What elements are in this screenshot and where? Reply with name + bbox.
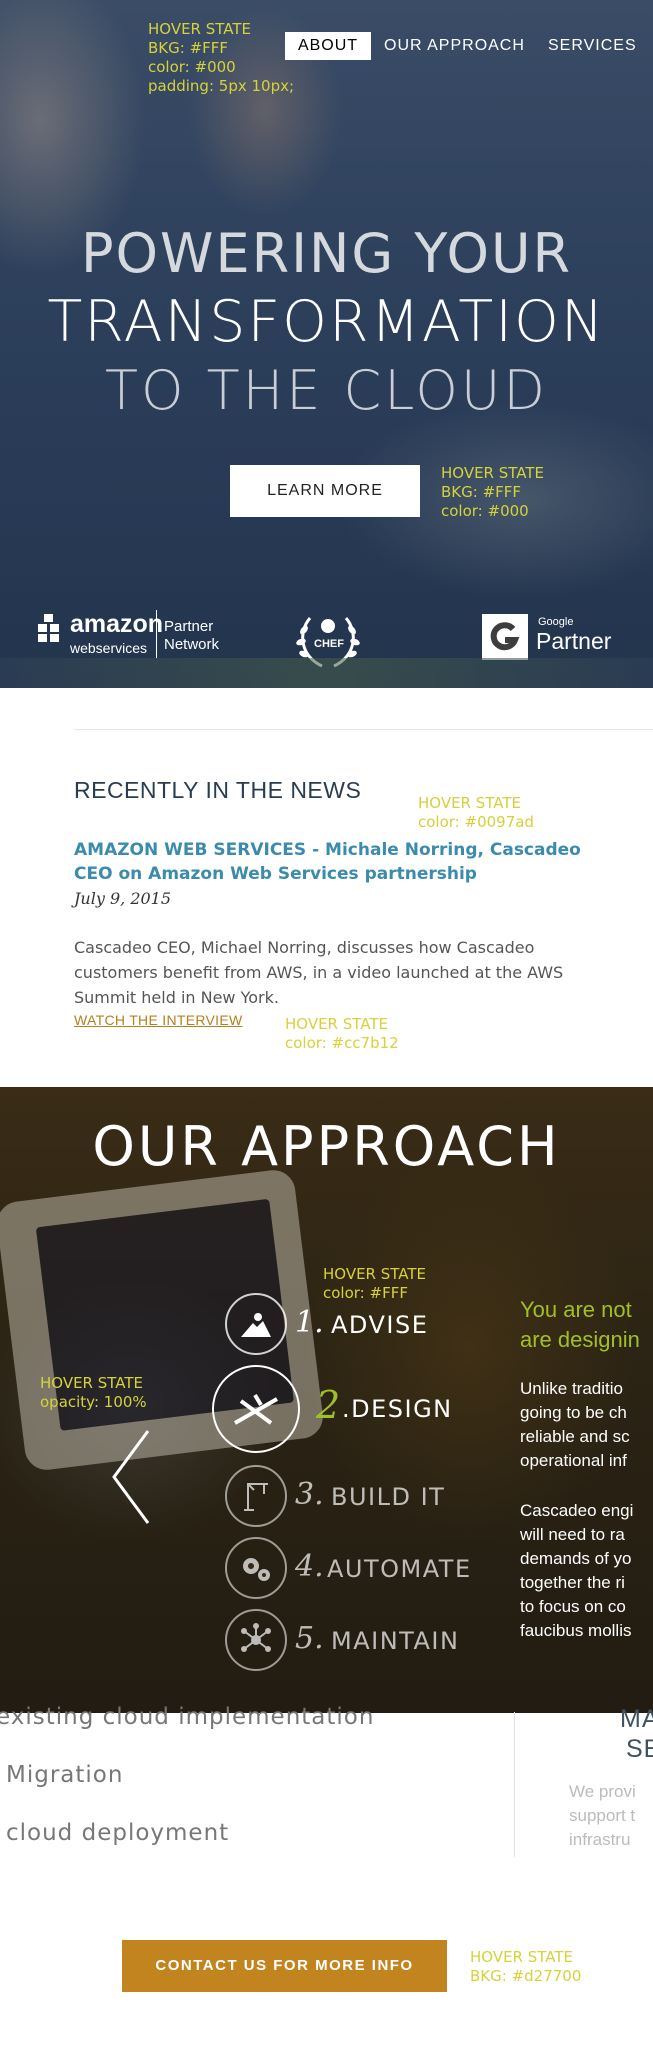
service-item-deployment: cloud deployment	[6, 1820, 230, 1846]
step-number: 2	[316, 1383, 341, 1427]
service-item-existing: existing cloud implementation	[0, 1704, 375, 1730]
services-right-title-2: SE	[626, 1735, 653, 1763]
advise-icon	[225, 1293, 287, 1355]
aws-wordmark: amazon	[70, 610, 164, 638]
contact-us-button[interactable]: CONTACT US FOR MORE INFO	[122, 1940, 447, 1992]
arrow-hover-note: HOVER STATE opacity: 100%	[40, 1374, 147, 1411]
google-small-text: Google	[538, 616, 574, 628]
side-panel-paragraph-1: Unlike traditio going to be ch reliable …	[520, 1379, 630, 1470]
aws-partner-network-text: Partner Network	[164, 618, 220, 653]
news-top-divider	[74, 729, 653, 730]
google-partner-logo: Google Partner	[482, 612, 622, 662]
google-partner-text: Partner	[536, 628, 612, 654]
step-maintain[interactable]: 5. MAINTAIN	[225, 1609, 485, 1671]
approach-section: OUR APPROACH HOVER STATE color: #FFF HOV…	[0, 1087, 653, 1713]
nav-our-approach[interactable]: OUR APPROACH	[384, 32, 525, 60]
step-automate[interactable]: 4. AUTOMATE	[225, 1537, 485, 1599]
crane-icon	[225, 1465, 287, 1527]
chef-badge-text: CHEF	[314, 638, 344, 650]
step-label: MAINTAIN	[331, 1627, 460, 1655]
news-article-title[interactable]: AMAZON WEB SERVICES - Michale Norring, C…	[74, 838, 614, 886]
news-article-body: Cascadeo CEO, Michael Norring, discusses…	[74, 938, 564, 1007]
approach-title: OUR APPROACH	[92, 1115, 561, 1178]
step-label: ADVISE	[331, 1311, 429, 1339]
watch-interview-link[interactable]: WATCH THE INTERVIEW	[74, 1012, 243, 1028]
hero-section: HOVER STATE BKG: #FFF color: #000 paddin…	[0, 0, 653, 688]
learn-more-button[interactable]: LEARN MORE	[230, 465, 420, 517]
aws-cubes-icon	[38, 614, 59, 642]
nav-hover-note: HOVER STATE BKG: #FFF color: #000 paddin…	[148, 20, 295, 95]
step-number: 4.	[295, 1549, 324, 1584]
step-label: BUILD IT	[331, 1483, 446, 1511]
contact-hover-note: HOVER STATE BKG: #d27700	[470, 1948, 582, 1985]
service-item-migration: Migration	[6, 1762, 124, 1788]
services-right-title-1: MA	[620, 1705, 653, 1733]
watch-link-hover-note: HOVER STATE color: #cc7b12	[285, 1015, 399, 1052]
step-advise[interactable]: 1. ADVISE	[225, 1293, 485, 1355]
nav-services[interactable]: SERVICES	[548, 32, 637, 60]
hero-headline-line2: TRANSFORMATION	[47, 289, 606, 355]
step-number: 5.	[295, 1621, 324, 1656]
news-article-date: July 9, 2015	[74, 889, 172, 908]
learn-more-hover-note: HOVER STATE BKG: #FFF color: #000	[441, 464, 545, 520]
services-right-body: We provi support t infrastru	[569, 1782, 636, 1849]
hero-headline-line1: POWERING YOUR	[80, 222, 572, 285]
side-panel-heading: You are not are designin	[520, 1297, 640, 1352]
aws-partner-logo: amazon webservices Partner Network	[36, 610, 226, 666]
side-panel-paragraph-2: Cascadeo engi will need to ra demands of…	[520, 1501, 634, 1640]
gears-icon	[225, 1537, 287, 1599]
previous-arrow-icon[interactable]	[108, 1427, 152, 1527]
aws-sub-wordmark: webservices	[70, 640, 148, 656]
step-number: 3.	[295, 1477, 324, 1512]
step-build-it[interactable]: 3. BUILD IT	[225, 1465, 485, 1527]
news-heading: RECENTLY IN THE NEWS	[74, 777, 362, 803]
hero-headline-line3: TO THE CLOUD	[104, 359, 548, 422]
network-hub-icon	[225, 1609, 287, 1671]
step-design[interactable]: 2 .DESIGN	[212, 1365, 492, 1455]
news-heading-hover-note: HOVER STATE color: #0097ad	[418, 794, 534, 831]
aws-logo-divider	[156, 610, 157, 658]
step-label: .DESIGN	[342, 1395, 453, 1423]
step-label: AUTOMATE	[327, 1555, 472, 1583]
step-number: 1.	[295, 1305, 324, 1340]
design-tools-icon	[212, 1365, 300, 1453]
services-divider	[514, 1712, 515, 1857]
google-g-icon	[482, 614, 528, 660]
nav-about[interactable]: ABOUT	[285, 32, 371, 60]
chef-certified-badge: CHEF	[292, 604, 364, 676]
